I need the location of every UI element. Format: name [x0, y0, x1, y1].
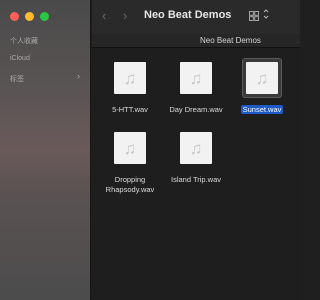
audio-file-thumbnail: ♫ — [180, 62, 212, 94]
file-name-text: Dropping Rhapsody.wav — [105, 175, 155, 194]
file-name-text: Island Trip.wav — [170, 175, 222, 184]
music-note-icon: ♫ — [189, 138, 203, 158]
audio-file-thumbnail: ♫ — [180, 132, 212, 164]
music-note-icon: ♫ — [189, 68, 203, 88]
path-bar-label: Neo Beat Demos — [200, 36, 261, 45]
file-name: 5-HTT.wav — [98, 105, 162, 115]
file-grid: ♫ 5-HTT.wav ♫ Day Dream.wav ♫ Sunset.wav… — [92, 48, 300, 300]
zoom-button[interactable] — [40, 12, 49, 21]
sidebar-item-icloud[interactable]: iCloud — [10, 55, 30, 62]
forward-button[interactable]: › — [123, 9, 127, 23]
grid-view-icon[interactable] — [249, 11, 259, 21]
music-note-icon: ♫ — [123, 68, 137, 88]
file-name: Sunset.wav — [230, 105, 294, 115]
music-note-icon: ♫ — [255, 68, 269, 88]
toolbar: ‹ › Neo Beat Demos — [92, 0, 300, 34]
file-name-text: 5-HTT.wav — [112, 105, 148, 114]
file-name: Island Trip.wav — [164, 175, 228, 185]
sidebar: 个人收藏 iCloud 标签 › — [0, 0, 91, 300]
window-title: Neo Beat Demos — [144, 9, 232, 21]
finder-window: 个人收藏 iCloud 标签 › ‹ › Neo Beat Demos Neo … — [0, 0, 300, 300]
back-button[interactable]: ‹ — [102, 9, 106, 23]
path-bar: Neo Beat Demos — [92, 34, 300, 48]
view-options-chevron-icon[interactable] — [263, 8, 269, 22]
window-controls — [10, 12, 49, 21]
file-name-text: Day Dream.wav — [169, 105, 223, 114]
audio-file-thumbnail: ♫ — [246, 62, 278, 94]
audio-file-thumbnail: ♫ — [114, 132, 146, 164]
file-name: Dropping Rhapsody.wav — [98, 175, 162, 195]
music-note-icon: ♫ — [123, 138, 137, 158]
file-name-text: Sunset.wav — [240, 105, 284, 114]
sidebar-item-favorites[interactable]: 个人收藏 — [10, 36, 38, 46]
sidebar-item-tags[interactable]: 标签 — [10, 74, 24, 84]
chevron-right-icon[interactable]: › — [77, 72, 80, 81]
audio-file-thumbnail: ♫ — [114, 62, 146, 94]
close-button[interactable] — [10, 12, 19, 21]
file-name: Day Dream.wav — [164, 105, 228, 115]
minimize-button[interactable] — [25, 12, 34, 21]
